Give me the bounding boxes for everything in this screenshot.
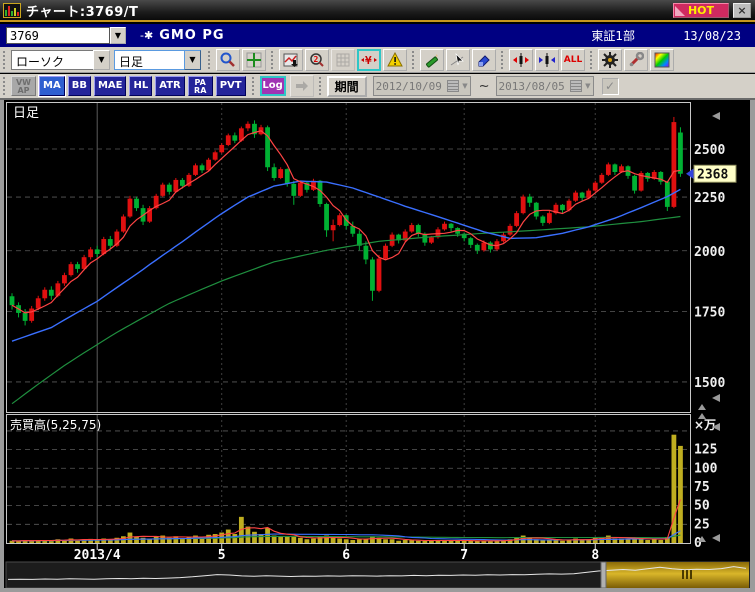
- crosshair-grid-icon[interactable]: [242, 49, 266, 71]
- date-to-field[interactable]: 2013/08/05 ▼: [496, 76, 594, 96]
- chart-type-select[interactable]: ローソク ▼: [11, 50, 110, 70]
- title-bar[interactable]: チャート:3769/T HOT ×: [0, 0, 755, 22]
- svg-text:1500: 1500: [694, 376, 725, 391]
- svg-text:100: 100: [694, 461, 718, 476]
- chevron-down-icon: ▼: [462, 82, 467, 90]
- stock-marker-icon: -✱: [140, 29, 153, 42]
- show-all-icon[interactable]: ALL: [561, 49, 585, 71]
- stock-info-bar: ▼ -✱ GMO PG 東証1部 13/08/23: [0, 24, 755, 47]
- svg-text:7: 7: [460, 548, 468, 563]
- toolbar-grip[interactable]: [271, 51, 276, 69]
- svg-text:2500: 2500: [694, 143, 725, 158]
- price-panel-title: 日足: [13, 106, 39, 121]
- chart-frame: 25002250200017501500×万1251007550250日足売買高…: [0, 100, 755, 592]
- date-to-value: 2013/08/05: [499, 80, 571, 93]
- zoom-in-icon[interactable]: [216, 49, 240, 71]
- toolbar-grip[interactable]: [412, 51, 417, 69]
- main-toolbar: ローソク ▼ 日足 ▼ 2 ¥ ALL: [0, 47, 755, 73]
- calendar-icon: [447, 80, 459, 92]
- tool-wrench-icon[interactable]: [624, 49, 648, 71]
- svg-text:2250: 2250: [694, 191, 725, 206]
- svg-text:6: 6: [342, 548, 350, 563]
- svg-text:2368: 2368: [697, 168, 728, 183]
- toolbar-grip[interactable]: [501, 51, 506, 69]
- apply-check-icon: ✓: [602, 78, 619, 95]
- zoom-details-icon[interactable]: 2: [305, 49, 329, 71]
- svg-text:2000: 2000: [694, 245, 725, 260]
- toolbar-grip[interactable]: [3, 77, 8, 95]
- calendar-icon: [570, 80, 582, 92]
- indicator-button-vwap: VW AP: [11, 76, 36, 96]
- volume-panel-title: 売買高(5,25,75): [10, 417, 101, 432]
- alert-icon[interactable]: [383, 49, 407, 71]
- chart-window: チャート:3769/T HOT × ▼ -✱ GMO PG 東証1部 13/08…: [0, 0, 755, 592]
- navigator-divider-handle[interactable]: [601, 562, 606, 588]
- svg-text:25: 25: [694, 517, 710, 532]
- indicator-button-hl[interactable]: HL: [129, 76, 152, 96]
- yen-scale-icon[interactable]: ¥: [357, 49, 381, 71]
- stock-code-input[interactable]: [6, 27, 110, 44]
- chart-canvas[interactable]: 25002250200017501500×万1251007550250日足売買高…: [4, 100, 750, 588]
- chevron-down-icon: ▼: [585, 82, 590, 90]
- widen-bars-icon[interactable]: [509, 49, 533, 71]
- svg-text:1750: 1750: [694, 306, 725, 321]
- navigator-grip-icon: [682, 570, 684, 579]
- toolbar-grip[interactable]: [208, 51, 213, 69]
- indicator-toolbar: VW APMABBMAEHLATRPA RAPVT Log 期間 2012/10…: [0, 74, 755, 100]
- current-price-tag: 2368: [686, 165, 736, 183]
- range-separator: ~: [479, 79, 490, 94]
- grid-icon: [331, 49, 355, 71]
- trendline-cursor-icon[interactable]: [446, 49, 470, 71]
- svg-text:×万: ×万: [694, 418, 716, 432]
- navigator-selected-range: [604, 562, 749, 588]
- timeframe-select[interactable]: 日足 ▼: [114, 50, 201, 70]
- navigator-grip-icon: [690, 570, 692, 579]
- date-from-value: 2012/10/09: [376, 80, 448, 93]
- svg-text:50: 50: [694, 499, 710, 514]
- indicator-button-mae[interactable]: MAE: [94, 76, 127, 96]
- settings-gear-icon[interactable]: [598, 49, 622, 71]
- chart-download-icon[interactable]: [279, 49, 303, 71]
- toolbar-grip[interactable]: [590, 51, 595, 69]
- chevron-down-icon[interactable]: ▼: [110, 27, 126, 44]
- chevron-down-icon[interactable]: ▼: [184, 50, 201, 70]
- eraser-icon[interactable]: [472, 49, 496, 71]
- chevron-down-icon[interactable]: ▼: [93, 50, 110, 70]
- indicator-button-ma[interactable]: MA: [39, 76, 65, 96]
- navigator[interactable]: [6, 562, 749, 588]
- indicator-button-para[interactable]: PA RA: [188, 76, 213, 96]
- toolbar-grip[interactable]: [3, 51, 8, 69]
- timeframe-value: 日足: [114, 50, 184, 70]
- navigator-grip-icon: [686, 570, 688, 579]
- market-section-label: 東証1部: [591, 27, 635, 44]
- svg-text:125: 125: [694, 443, 717, 458]
- date-from-field[interactable]: 2012/10/09 ▼: [373, 76, 471, 96]
- svg-text:2013/4: 2013/4: [74, 548, 121, 563]
- indicator-button-bb[interactable]: BB: [68, 76, 91, 96]
- toolbar-grip[interactable]: [319, 77, 324, 95]
- svg-text:¥: ¥: [365, 54, 372, 67]
- log-scale-button[interactable]: Log: [260, 76, 286, 96]
- apply-arrow-icon: [290, 75, 314, 97]
- quote-date: 13/08/23: [683, 29, 741, 43]
- indicator-button-atr[interactable]: ATR: [155, 76, 184, 96]
- hot-button-decoration: [675, 6, 685, 16]
- app-chart-icon: [3, 3, 21, 18]
- chart-type-value: ローソク: [11, 50, 93, 70]
- window-title: チャート:3769/T: [26, 1, 138, 20]
- stock-code-combo[interactable]: ▼: [6, 27, 126, 44]
- svg-text:75: 75: [694, 480, 710, 495]
- draw-pencil-icon[interactable]: [420, 49, 444, 71]
- period-button[interactable]: 期間: [327, 76, 367, 97]
- svg-text:5: 5: [218, 548, 226, 563]
- stock-name: GMO PG: [159, 28, 224, 43]
- indicator-button-pvt[interactable]: PVT: [216, 76, 246, 96]
- svg-text:8: 8: [591, 548, 599, 563]
- narrow-bars-icon[interactable]: [535, 49, 559, 71]
- svg-text:2: 2: [314, 55, 319, 64]
- hot-button[interactable]: HOT: [673, 3, 729, 18]
- close-icon[interactable]: ×: [733, 3, 751, 18]
- toolbar-grip[interactable]: [252, 77, 257, 95]
- color-palette-icon[interactable]: [650, 49, 674, 71]
